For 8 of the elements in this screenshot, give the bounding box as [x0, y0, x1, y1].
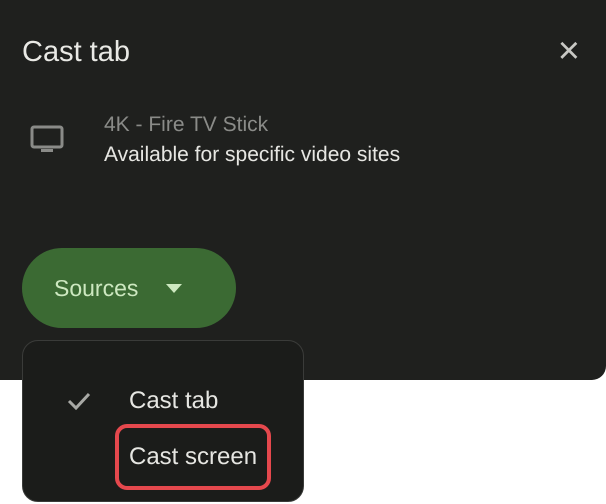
menu-item[interactable]: Cast tab	[119, 380, 228, 422]
close-button[interactable]: ×	[558, 38, 580, 64]
device-name: 4K - Fire TV Stick	[104, 112, 270, 138]
monitor-icon	[30, 125, 64, 155]
caret-icon	[166, 284, 182, 292]
sources-button[interactable]: Sources	[22, 248, 236, 328]
device-status: Available for specific video sites	[104, 142, 400, 168]
dialog-title: Cast tab	[22, 35, 130, 70]
